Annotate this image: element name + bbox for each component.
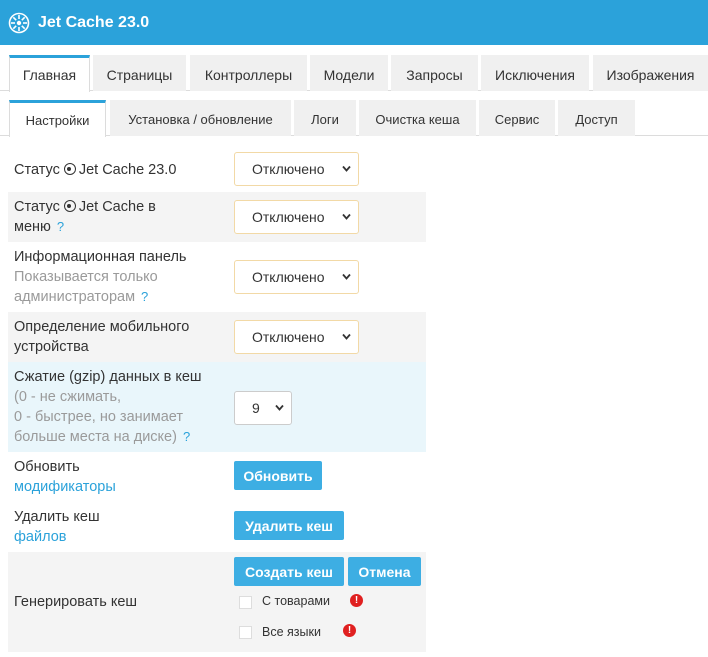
- tab-settings[interactable]: Настройки: [9, 100, 106, 137]
- generate-label: Генерировать кеш: [14, 594, 138, 610]
- warning-icon: !: [343, 624, 356, 637]
- all-languages-checkbox[interactable]: [239, 626, 252, 639]
- setting-row-gzip: Сжатие (gzip) данных в кеш (0 - не сжима…: [8, 362, 426, 452]
- info-panel-select[interactable]: Отключено: [234, 260, 359, 294]
- cancel-button[interactable]: Отмена: [348, 557, 421, 586]
- setting-row-status-menu: Статус Jet Cache в меню?: [8, 192, 426, 242]
- tab-pages[interactable]: Страницы: [93, 55, 186, 91]
- tab-service[interactable]: Сервис: [479, 100, 555, 136]
- status-select[interactable]: Отключено: [234, 152, 359, 186]
- chevron-down-icon: [342, 213, 351, 220]
- info-panel-label: Информационная панель Показывается тольк…: [14, 249, 187, 305]
- tab-queries[interactable]: Запросы: [391, 55, 478, 91]
- tab-access[interactable]: Доступ: [558, 100, 635, 136]
- setting-row-info-panel: Информационная панель Показывается тольк…: [8, 242, 426, 312]
- help-icon[interactable]: ?: [57, 219, 64, 234]
- all-languages-label: Все языки: [262, 625, 321, 639]
- delete-cache-label: Удалить кеш файлов: [14, 509, 100, 545]
- create-cache-button[interactable]: Создать кеш: [234, 557, 344, 586]
- setting-row-mobile: Определение мобильного устройства: [8, 312, 426, 362]
- chevron-down-icon: [342, 333, 351, 340]
- delete-cache-button[interactable]: Удалить кеш: [234, 511, 344, 540]
- warning-icon: !: [350, 594, 363, 607]
- setting-row-modifiers: Обновить модификаторы: [8, 452, 426, 502]
- spinner-wheel-icon: [8, 12, 30, 33]
- tab-logs[interactable]: Логи: [294, 100, 356, 136]
- tab-cache-clear[interactable]: Очистка кеша: [359, 100, 476, 136]
- tab-install-update[interactable]: Установка / обновление: [110, 100, 291, 136]
- status-menu-label: Статус Jet Cache в меню?: [14, 199, 156, 235]
- update-modifiers-button[interactable]: Обновить: [234, 461, 322, 490]
- gzip-level-select[interactable]: 9: [234, 391, 292, 425]
- title-bar: Jet Cache 23.0: [0, 0, 708, 45]
- with-products-label: С товарами: [262, 594, 330, 608]
- chevron-down-icon: [342, 165, 351, 172]
- chevron-down-icon: [275, 404, 284, 411]
- help-icon[interactable]: ?: [141, 289, 148, 304]
- status-menu-select[interactable]: Отключено: [234, 200, 359, 234]
- radio-icon: [63, 163, 76, 175]
- tab-models[interactable]: Модели: [310, 55, 388, 91]
- setting-row-delete-cache: Удалить кеш файлов: [8, 502, 426, 552]
- status-label: Статус Jet Cache 23.0: [14, 162, 177, 178]
- help-icon[interactable]: ?: [183, 429, 190, 444]
- mobile-select[interactable]: Отключено: [234, 320, 359, 354]
- modifiers-label: Обновить модификаторы: [14, 459, 116, 495]
- tab-main[interactable]: Главная: [9, 55, 90, 92]
- tab-images[interactable]: Изображения: [593, 55, 708, 91]
- gzip-label: Сжатие (gzip) данных в кеш (0 - не сжима…: [14, 369, 202, 445]
- with-products-checkbox[interactable]: [239, 596, 252, 609]
- chevron-down-icon: [342, 273, 351, 280]
- mobile-label: Определение мобильного устройства: [14, 319, 190, 355]
- tab-exclusions[interactable]: Исключения: [481, 55, 589, 91]
- radio-icon: [63, 200, 76, 212]
- setting-row-status: Статус Jet Cache 23.0: [8, 148, 426, 192]
- sub-tabs: Настройки Установка / обновление Логи Оч…: [0, 100, 708, 137]
- tab-controllers[interactable]: Контроллеры: [190, 55, 307, 91]
- main-tabs: Главная Страницы Контроллеры Модели Запр…: [0, 55, 708, 92]
- app-title: Jet Cache 23.0: [38, 13, 150, 31]
